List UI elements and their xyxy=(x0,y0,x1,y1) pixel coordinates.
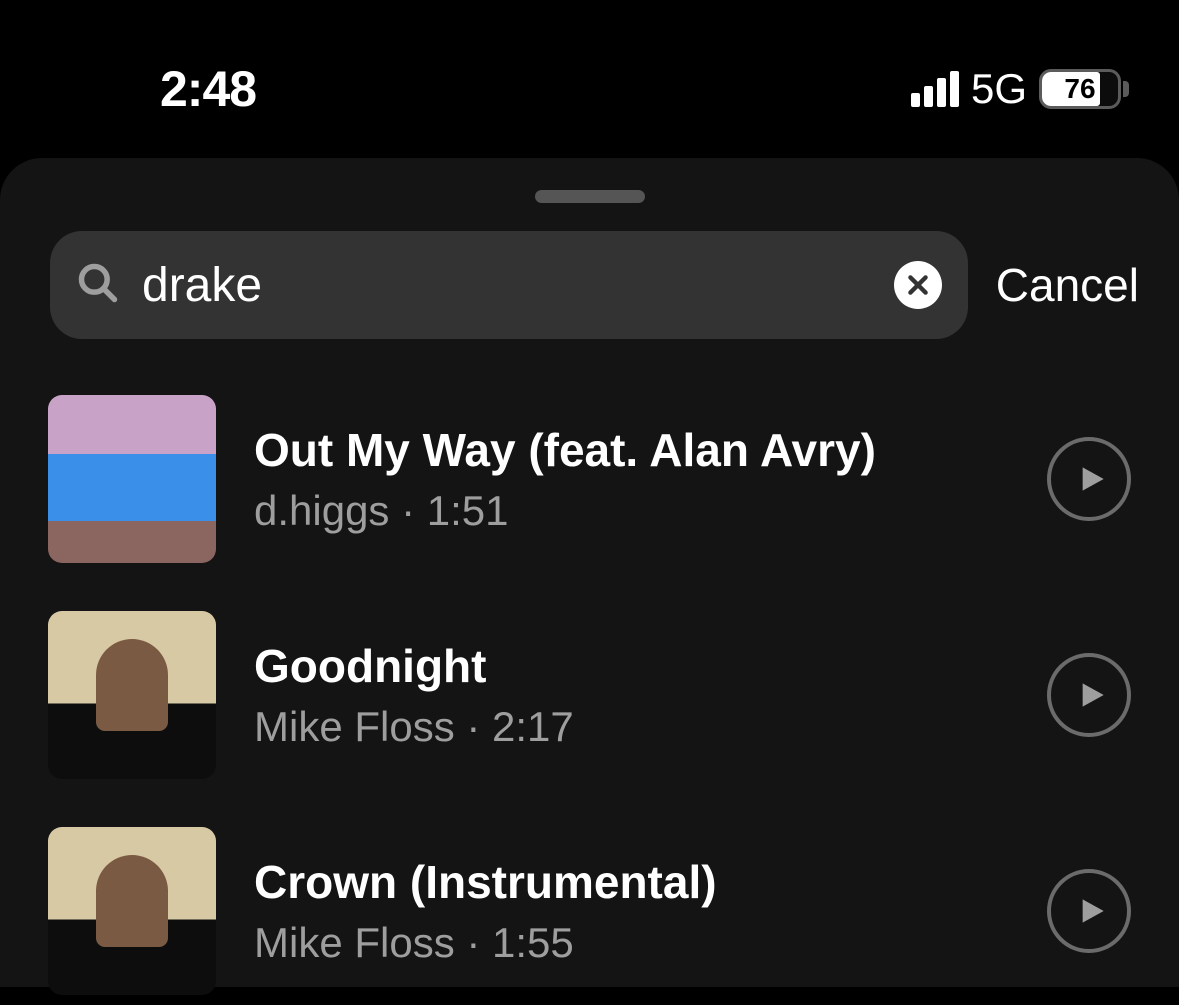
status-right: 5G 76 xyxy=(911,65,1129,113)
search-field[interactable] xyxy=(50,231,968,339)
sheet-grabber[interactable] xyxy=(535,190,645,203)
track-meta: Mike Floss · 1:55 xyxy=(254,919,1009,967)
result-item[interactable]: Goodnight Mike Floss · 2:17 xyxy=(48,611,1131,779)
album-art xyxy=(48,611,216,779)
track-meta: Mike Floss · 2:17 xyxy=(254,703,1009,751)
track-info: Out My Way (feat. Alan Avry) d.higgs · 1:… xyxy=(254,423,1009,535)
network-type: 5G xyxy=(971,65,1027,113)
track-title: Crown (Instrumental) xyxy=(254,855,1009,909)
search-icon xyxy=(76,261,120,310)
track-artist: Mike Floss xyxy=(254,919,455,966)
battery-icon: 76 xyxy=(1039,69,1129,109)
result-item[interactable]: Crown (Instrumental) Mike Floss · 1:55 xyxy=(48,827,1131,995)
track-info: Goodnight Mike Floss · 2:17 xyxy=(254,639,1009,751)
track-title: Out My Way (feat. Alan Avry) xyxy=(254,423,1009,477)
play-icon xyxy=(1078,465,1106,493)
play-button[interactable] xyxy=(1047,869,1131,953)
cancel-button[interactable]: Cancel xyxy=(996,258,1139,312)
battery-level: 76 xyxy=(1042,72,1118,106)
play-button[interactable] xyxy=(1047,437,1131,521)
status-time: 2:48 xyxy=(160,60,256,118)
play-icon xyxy=(1078,681,1106,709)
track-title: Goodnight xyxy=(254,639,1009,693)
result-item[interactable]: Out My Way (feat. Alan Avry) d.higgs · 1:… xyxy=(48,395,1131,563)
track-info: Crown (Instrumental) Mike Floss · 1:55 xyxy=(254,855,1009,967)
search-input[interactable] xyxy=(142,258,872,313)
track-meta: d.higgs · 1:51 xyxy=(254,487,1009,535)
track-artist: Mike Floss xyxy=(254,703,455,750)
cellular-signal-icon xyxy=(911,71,959,107)
play-icon xyxy=(1078,897,1106,925)
track-duration: 1:51 xyxy=(427,487,509,534)
play-button[interactable] xyxy=(1047,653,1131,737)
status-bar: 2:48 5G 76 xyxy=(0,0,1179,158)
track-duration: 1:55 xyxy=(492,919,574,966)
music-search-sheet: Cancel Out My Way (feat. Alan Avry) d.hig… xyxy=(0,158,1179,987)
search-results: Out My Way (feat. Alan Avry) d.higgs · 1:… xyxy=(0,367,1179,995)
clear-search-button[interactable] xyxy=(894,261,942,309)
album-art xyxy=(48,827,216,995)
search-row: Cancel xyxy=(0,231,1179,367)
album-art xyxy=(48,395,216,563)
track-duration: 2:17 xyxy=(492,703,574,750)
track-artist: d.higgs xyxy=(254,487,389,534)
